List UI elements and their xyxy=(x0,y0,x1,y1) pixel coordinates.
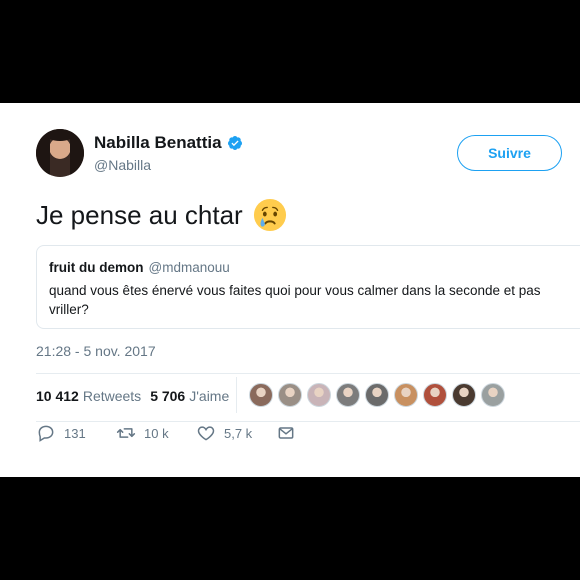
direct-message-action[interactable] xyxy=(276,423,296,443)
stats-separator xyxy=(236,377,237,413)
divider xyxy=(36,373,580,374)
follow-button[interactable]: Suivre xyxy=(457,135,562,171)
reply-count: 131 xyxy=(64,425,86,441)
author-name[interactable]: Nabilla Benattia xyxy=(94,133,222,153)
like-action[interactable]: 5,7 k xyxy=(196,423,252,443)
crying-face-icon xyxy=(253,198,286,232)
liker-avatar[interactable] xyxy=(365,383,389,407)
liker-avatar[interactable] xyxy=(249,383,273,407)
retweet-count: 10 k xyxy=(144,425,169,441)
quoted-tweet-text: quand vous êtes énervé vous faites quoi … xyxy=(49,283,541,317)
liker-avatar[interactable] xyxy=(452,383,476,407)
retweets-label[interactable]: Retweets xyxy=(83,388,141,404)
author-avatar[interactable] xyxy=(36,129,84,177)
liker-avatar[interactable] xyxy=(307,383,331,407)
likers-avatars xyxy=(249,383,505,407)
liker-avatar[interactable] xyxy=(394,383,418,407)
likes-label[interactable]: J'aime xyxy=(189,388,229,404)
author-handle[interactable]: @Nabilla xyxy=(94,157,151,173)
like-count: 5,7 k xyxy=(224,425,253,441)
liker-avatar[interactable] xyxy=(278,383,302,407)
liker-avatar[interactable] xyxy=(481,383,505,407)
retweet-icon xyxy=(116,428,136,438)
author-name-row[interactable]: Nabilla Benattia xyxy=(94,133,243,153)
likes-count[interactable]: 5 706 xyxy=(150,388,185,404)
tweet-card: Nabilla Benattia @Nabilla Suivre Je pens… xyxy=(0,103,580,477)
quoted-author-handle: @mdmanouu xyxy=(148,260,230,275)
envelope-icon xyxy=(278,427,294,439)
heart-icon xyxy=(197,426,215,441)
retweets-count[interactable]: 10 412 xyxy=(36,388,79,404)
liker-avatar[interactable] xyxy=(423,383,447,407)
quoted-tweet-header: fruit du demon @mdmanouu xyxy=(49,260,580,275)
tweet-text-row: Je pense au chtar xyxy=(36,198,287,232)
quoted-author-name: fruit du demon xyxy=(49,260,144,275)
quoted-tweet[interactable]: fruit du demon @mdmanouu quand vous êtes… xyxy=(36,245,580,329)
liker-avatar[interactable] xyxy=(336,383,360,407)
tweet-text: Je pense au chtar xyxy=(36,199,243,230)
retweet-action[interactable]: 10 k xyxy=(116,423,169,443)
reply-icon xyxy=(38,425,54,442)
tweet-timestamp[interactable]: 21:28 - 5 nov. 2017 xyxy=(36,343,156,359)
tweet-stats: 10 412 Retweets 5 706 J'aime xyxy=(36,388,229,404)
verified-badge-icon xyxy=(227,136,242,150)
reply-action[interactable]: 131 xyxy=(36,423,86,443)
divider xyxy=(36,421,580,422)
